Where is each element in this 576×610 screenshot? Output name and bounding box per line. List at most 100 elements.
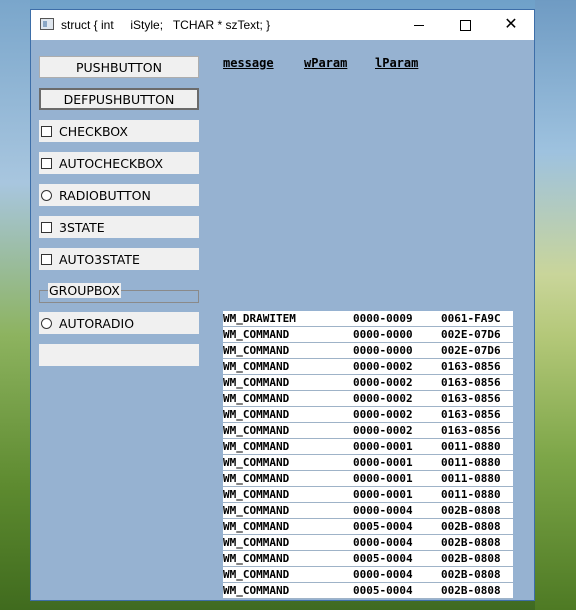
- log-cell-wparam: 0000-0004: [353, 536, 413, 549]
- maximize-button[interactable]: [442, 10, 488, 40]
- radiobutton-label: RADIOBUTTON: [59, 187, 151, 203]
- log-cell-lparam: 0011-0880: [441, 440, 501, 453]
- radio-circle-icon: [41, 317, 52, 329]
- log-cell-lparam: 0011-0880: [441, 456, 501, 469]
- log-cell-lparam: 002B-0808: [441, 568, 501, 581]
- auto3state-checkbox[interactable]: AUTO3STATE: [39, 248, 199, 270]
- maximize-icon: [459, 19, 471, 31]
- log-cell-message: WM_COMMAND: [223, 568, 290, 581]
- desktop-wallpaper-left: [0, 0, 30, 610]
- desktop-wallpaper-right: [535, 0, 576, 610]
- log-row: WM_COMMAND 0000-0004 002B-0808: [223, 503, 513, 519]
- groupbox-label: GROUPBOX: [48, 283, 121, 298]
- log-cell-lparam: 0011-0880: [441, 472, 501, 485]
- log-cell-wparam: 0000-0004: [353, 504, 413, 517]
- log-cell-wparam: 0000-0000: [353, 344, 413, 357]
- autoradio[interactable]: AUTORADIO: [39, 312, 199, 334]
- log-cell-wparam: 0005-0004: [353, 584, 413, 597]
- log-cell-lparam: 002B-0808: [441, 536, 501, 549]
- log-row: WM_COMMAND 0000-0000 002E-07D6: [223, 327, 513, 343]
- log-cell-message: WM_COMMAND: [223, 408, 290, 421]
- client-area: PUSHBUTTON DEFPUSHBUTTON CHECKBOX AUTOCH…: [31, 40, 534, 600]
- log-cell-wparam: 0005-0004: [353, 552, 413, 565]
- log-cell-message: WM_COMMAND: [223, 456, 290, 469]
- log-row: WM_COMMAND 0005-0004 002B-0808: [223, 583, 513, 599]
- checkbox-label: CHECKBOX: [59, 123, 128, 139]
- log-row: WM_COMMAND 0005-0004 002B-0808: [223, 551, 513, 567]
- ownerdraw-button[interactable]: [39, 344, 199, 366]
- log-cell-lparam: 0011-0880: [441, 488, 501, 501]
- log-cell-message: WM_COMMAND: [223, 392, 290, 405]
- title-bar[interactable]: struct { int iStyle; TCHAR * szText; } ✕: [31, 10, 534, 40]
- app-window: struct { int iStyle; TCHAR * szText; } ✕…: [30, 9, 535, 601]
- log-cell-message: WM_COMMAND: [223, 488, 290, 501]
- 3state-checkbox[interactable]: 3STATE: [39, 216, 199, 238]
- header-wparam: wParam: [304, 56, 348, 70]
- defpushbutton-label: DEFPUSHBUTTON: [63, 91, 175, 107]
- log-cell-message: WM_COMMAND: [223, 440, 290, 453]
- checkbox[interactable]: CHECKBOX: [39, 120, 199, 142]
- log-cell-lparam: 0061-FA9C: [441, 312, 501, 325]
- checkbox-box-icon: [41, 125, 52, 137]
- log-row: WM_COMMAND 0000-0002 0163-0856: [223, 359, 513, 375]
- log-row: WM_COMMAND 0000-0002 0163-0856: [223, 407, 513, 423]
- log-cell-lparam: 0163-0856: [441, 360, 501, 373]
- log-cell-message: WM_COMMAND: [223, 536, 290, 549]
- log-cell-message: WM_COMMAND: [223, 360, 290, 373]
- defpushbutton[interactable]: DEFPUSHBUTTON: [39, 88, 199, 110]
- checkbox-box-icon: [41, 157, 52, 169]
- log-row: WM_COMMAND 0000-0002 0163-0856: [223, 391, 513, 407]
- log-cell-wparam: 0000-0001: [353, 488, 413, 501]
- header-message: message: [223, 56, 274, 70]
- minimize-icon: [414, 24, 424, 26]
- minimize-button[interactable]: [396, 10, 442, 40]
- auto3state-label: AUTO3STATE: [59, 251, 140, 267]
- checkbox-box-icon: [41, 221, 52, 233]
- log-cell-lparam: 0163-0856: [441, 408, 501, 421]
- log-cell-message: WM_COMMAND: [223, 424, 290, 437]
- log-cell-message: WM_COMMAND: [223, 584, 290, 597]
- log-row: WM_COMMAND 0000-0002 0163-0856: [223, 375, 513, 391]
- pushbutton-label: PUSHBUTTON: [76, 59, 162, 75]
- header-lparam: lParam: [375, 56, 419, 70]
- message-log: WM_DRAWITEM 0000-0009 0061-FA9C WM_COMMAND 0…: [223, 311, 513, 599]
- log-cell-wparam: 0005-0004: [353, 520, 413, 533]
- 3state-label: 3STATE: [59, 219, 105, 235]
- groupbox: GROUPBOX: [39, 283, 199, 303]
- log-cell-wparam: 0000-0001: [353, 472, 413, 485]
- pushbutton[interactable]: PUSHBUTTON: [39, 56, 199, 78]
- log-row: WM_COMMAND 0000-0004 002B-0808: [223, 567, 513, 583]
- log-cell-wparam: 0000-0002: [353, 376, 413, 389]
- log-cell-lparam: 002B-0808: [441, 584, 501, 597]
- autocheckbox-label: AUTOCHECKBOX: [59, 155, 164, 171]
- log-cell-message: WM_COMMAND: [223, 520, 290, 533]
- log-cell-lparam: 002B-0808: [441, 520, 501, 533]
- log-cell-message: WM_COMMAND: [223, 376, 290, 389]
- log-row: WM_COMMAND 0000-0001 0011-0880: [223, 471, 513, 487]
- radiobutton[interactable]: RADIOBUTTON: [39, 184, 199, 206]
- close-button[interactable]: ✕: [488, 10, 534, 40]
- log-cell-message: WM_COMMAND: [223, 472, 290, 485]
- log-cell-message: WM_COMMAND: [223, 328, 290, 341]
- log-cell-message: WM_COMMAND: [223, 504, 290, 517]
- log-cell-lparam: 002E-07D6: [441, 344, 501, 357]
- log-row: WM_COMMAND 0000-0004 002B-0808: [223, 535, 513, 551]
- app-window-icon: [40, 18, 54, 30]
- log-row: WM_COMMAND 0000-0001 0011-0880: [223, 455, 513, 471]
- log-cell-message: WM_DRAWITEM: [223, 312, 296, 325]
- log-cell-wparam: 0000-0001: [353, 456, 413, 469]
- log-cell-lparam: 002B-0808: [441, 504, 501, 517]
- log-cell-lparam: 002B-0808: [441, 552, 501, 565]
- autoradio-label: AUTORADIO: [59, 315, 135, 331]
- log-cell-wparam: 0000-0000: [353, 328, 413, 341]
- checkbox-box-icon: [41, 253, 52, 265]
- autocheckbox[interactable]: AUTOCHECKBOX: [39, 152, 199, 174]
- log-cell-wparam: 0000-0002: [353, 408, 413, 421]
- log-row: WM_COMMAND 0000-0000 002E-07D6: [223, 343, 513, 359]
- log-cell-wparam: 0000-0002: [353, 424, 413, 437]
- log-cell-wparam: 0000-0002: [353, 392, 413, 405]
- close-icon: ✕: [504, 16, 518, 33]
- log-cell-wparam: 0000-0004: [353, 568, 413, 581]
- log-cell-lparam: 0163-0856: [441, 424, 501, 437]
- log-row: WM_COMMAND 0000-0001 0011-0880: [223, 439, 513, 455]
